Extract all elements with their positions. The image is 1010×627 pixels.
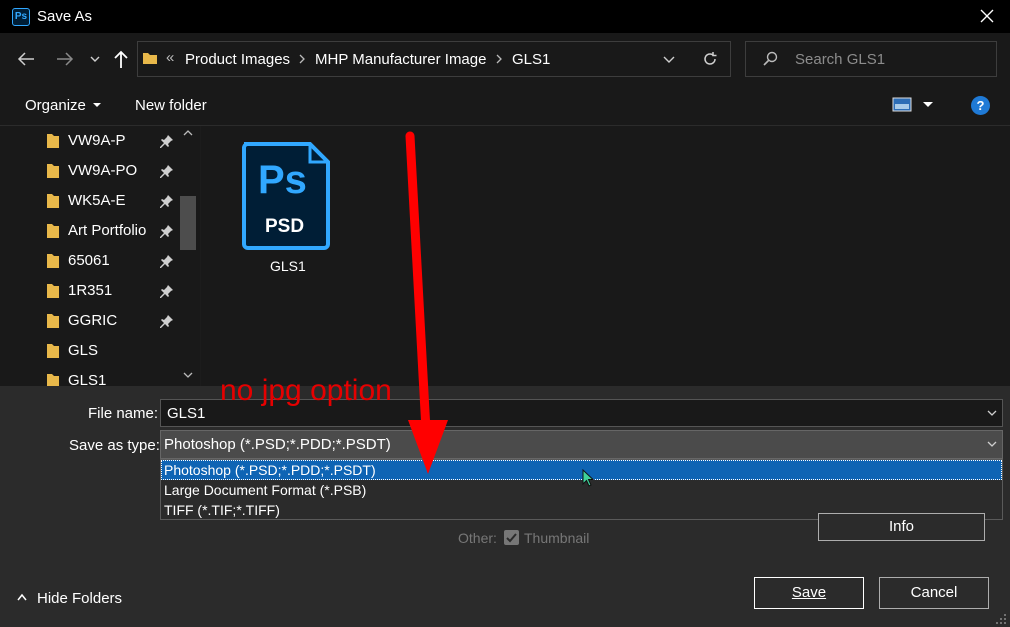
scroll-down-icon[interactable] [181, 370, 195, 380]
save-label: Save [791, 584, 827, 601]
folder-icon [143, 53, 157, 64]
search-input[interactable]: Search GLS1 [795, 51, 885, 68]
breadcrumb-item-product-images[interactable]: Product Images [185, 51, 290, 68]
sidebar-item-label: WK5A-E [68, 192, 126, 209]
pin-icon[interactable] [160, 134, 174, 148]
chevron-down-icon[interactable] [985, 406, 999, 420]
checkmark-icon [506, 533, 517, 543]
sidebar-item-gls[interactable]: GLS [0, 336, 178, 366]
file-name-label[interactable]: GLS1 [270, 258, 306, 274]
title-bar [0, 0, 1010, 33]
folder-icon [47, 284, 59, 298]
recent-locations-button[interactable] [86, 47, 104, 71]
organize-label: Organize [25, 97, 86, 114]
folder-icon [47, 194, 59, 208]
caret-down-icon[interactable] [922, 101, 934, 109]
sidebar-item-label: Art Portfolio [68, 222, 147, 239]
psd-icon-type: PSD [265, 216, 305, 237]
back-button[interactable] [14, 47, 38, 71]
breadcrumb-item-mhp-manufacturer-image[interactable]: MHP Manufacturer Image [315, 51, 486, 68]
folder-icon [47, 344, 59, 358]
sidebar-item-label: VW9A-P [68, 132, 126, 149]
breadcrumb-overflow[interactable]: « [166, 49, 174, 66]
sidebar-item-label: VW9A-PO [68, 162, 138, 179]
scroll-up-icon[interactable] [181, 128, 195, 138]
cancel-button[interactable]: Cancel [879, 577, 989, 609]
arrow-right-icon [57, 52, 74, 66]
forward-button[interactable] [53, 47, 77, 71]
sidebar-item-vw9a-po[interactable]: VW9A-PO [0, 156, 178, 186]
sidebar-item-art-portfolio[interactable]: Art Portfolio [0, 216, 178, 246]
window-title: Save As [37, 8, 93, 25]
sidebar-item-label: GLS [68, 342, 99, 359]
save-button[interactable]: Save [754, 577, 864, 609]
refresh-icon[interactable] [701, 50, 719, 68]
photoshop-app-icon: Ps [12, 8, 30, 26]
sidebar-item-1r351[interactable]: 1R351 [0, 276, 178, 306]
info-button[interactable]: Info [818, 513, 985, 541]
organize-button[interactable]: Organize [25, 97, 102, 114]
other-options-label: Other: [458, 530, 497, 546]
pin-icon[interactable] [160, 284, 174, 298]
sidebar-item-label: GGRIC [68, 312, 118, 329]
file-name-value[interactable]: GLS1 [167, 405, 205, 422]
annotation-text: no jpg option [220, 374, 392, 407]
sidebar-item-wk5a-e[interactable]: WK5A-E [0, 186, 178, 216]
new-folder-button[interactable]: New folder [135, 97, 207, 114]
chevron-right-icon[interactable] [494, 53, 504, 65]
pin-icon[interactable] [160, 194, 174, 208]
pin-icon[interactable] [160, 314, 174, 328]
sidebar-item-ggric[interactable]: GGRIC [0, 306, 178, 336]
chevron-up-icon[interactable] [16, 592, 28, 602]
folder-icon [47, 134, 59, 148]
thumbnail-label: Thumbnail [524, 530, 590, 546]
arrow-left-icon [17, 52, 34, 66]
help-button[interactable]: ? [971, 96, 990, 115]
folder-icon [47, 254, 59, 268]
psd-icon-badge: Ps [258, 158, 307, 202]
file-name-label: File name: [88, 405, 159, 422]
up-button[interactable] [109, 47, 133, 71]
sidebar-item-65061[interactable]: 65061 [0, 246, 178, 276]
folder-icon [47, 164, 59, 178]
caret-down-icon [93, 103, 102, 107]
arrow-up-icon [114, 50, 128, 68]
hide-folders-button[interactable]: Hide Folders [37, 590, 122, 607]
pin-icon[interactable] [160, 164, 174, 178]
sidebar-item-label: 65061 [68, 252, 110, 269]
pin-icon[interactable] [160, 224, 174, 238]
close-icon [980, 9, 994, 23]
resize-grip-icon[interactable] [994, 612, 1008, 626]
save-as-type-value[interactable]: Photoshop (*.PSD;*.PDD;*.PSDT) [164, 436, 391, 453]
search-icon [763, 51, 778, 66]
annotation-arrow [405, 131, 448, 474]
sidebar-item-gls1[interactable]: GLS1 [0, 366, 178, 388]
view-options-icon[interactable] [892, 97, 912, 113]
sidebar-item-label: 1R351 [68, 282, 113, 299]
folder-icon [47, 224, 59, 238]
sidebar-item-vw9a-p[interactable]: VW9A-P [0, 126, 178, 156]
chevron-right-icon[interactable] [297, 53, 307, 65]
navigation-pane: VW9A-P VW9A-PO WK5A-E Art Portfolio 6506… [0, 126, 200, 388]
scrollbar-thumb[interactable] [180, 196, 196, 250]
breadcrumb-item-gls1[interactable]: GLS1 [512, 51, 550, 68]
save-as-type-label: Save as type: [69, 437, 160, 454]
chevron-down-icon [90, 56, 100, 62]
thumbnail-checkbox[interactable] [504, 530, 519, 545]
chevron-down-icon[interactable] [985, 437, 999, 451]
mouse-cursor-icon [582, 469, 595, 487]
pin-icon[interactable] [160, 254, 174, 268]
chevron-down-icon[interactable] [662, 52, 676, 66]
folder-icon [47, 314, 59, 328]
close-button[interactable] [972, 4, 1002, 29]
sidebar-scrollbar[interactable] [178, 126, 198, 388]
